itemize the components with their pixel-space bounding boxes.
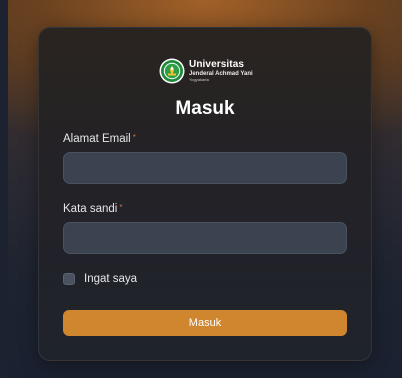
email-label-text: Alamat Email [63,133,131,145]
login-card: Universitas Jenderal Achmad Yani Yogyaka… [38,27,372,361]
university-logo: Universitas Jenderal Achmad Yani Yogyaka… [159,56,253,86]
remember-me: Ingat saya [63,273,137,285]
email-required-mark: * [132,133,136,142]
login-button[interactable]: Masuk [63,310,347,336]
page-title: Masuk [175,98,235,119]
password-field[interactable] [63,222,347,254]
page-background: Universitas Jenderal Achmad Yani Yogyaka… [8,0,402,378]
logo-text: Universitas Jenderal Achmad Yani Yogyaka… [189,60,253,82]
password-label: Kata sandi * [63,203,122,215]
email-field[interactable] [63,152,347,184]
logo-city: Yogyakarta [189,77,209,82]
email-label: Alamat Email * [63,133,136,145]
logo-university-name: Universitas [189,59,245,70]
remember-me-checkbox[interactable] [63,273,75,285]
password-label-text: Kata sandi [63,203,118,215]
university-emblem-icon [159,58,185,84]
remember-me-label[interactable]: Ingat saya [84,273,137,285]
password-required-mark: * [119,203,123,212]
